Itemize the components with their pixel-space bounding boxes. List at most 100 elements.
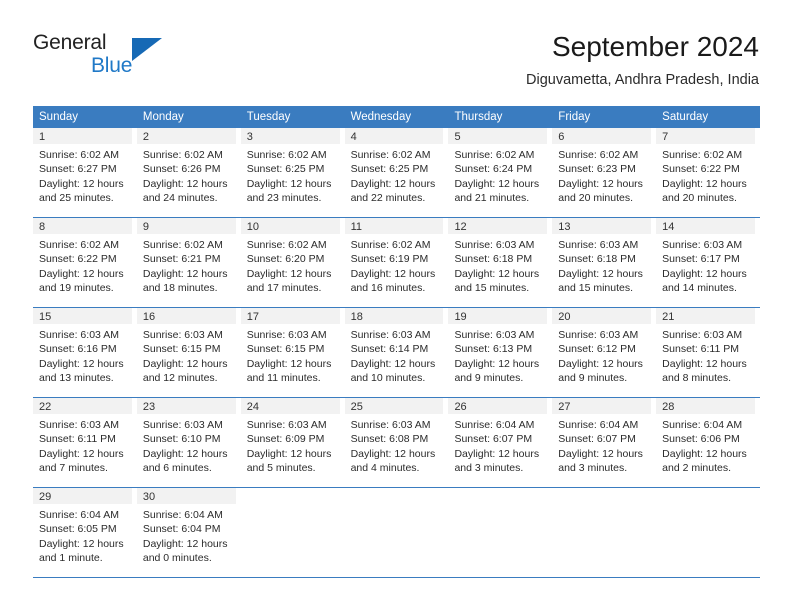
day-cell[interactable]: 8 Sunrise: 6:02 AM Sunset: 6:22 PM Dayli… [33,218,137,307]
day-details: Sunrise: 6:03 AM Sunset: 6:17 PM Dayligh… [656,234,755,296]
daylight-text-line2: and 0 minutes. [142,552,212,565]
day-number: 16 [136,308,236,324]
day-cell[interactable]: 13 Sunrise: 6:03 AM Sunset: 6:18 PM Dayl… [552,218,656,307]
daylight-text-line1: Daylight: 12 hours [350,267,436,280]
day-details: Sunrise: 6:03 AM Sunset: 6:16 PM Dayligh… [33,324,132,386]
day-cell[interactable]: 17 Sunrise: 6:03 AM Sunset: 6:15 PM Dayl… [240,308,345,397]
sunset-text: Sunset: 6:18 PM [558,253,636,266]
daylight-text-line1: Daylight: 12 hours [39,357,124,370]
day-cell[interactable]: 22 Sunrise: 6:03 AM Sunset: 6:11 PM Dayl… [33,398,137,487]
daylight-text-line1: Daylight: 12 hours [246,267,332,280]
sunset-text: Sunset: 6:22 PM [662,163,740,176]
day-cell[interactable]: 27 Sunrise: 6:04 AM Sunset: 6:07 PM Dayl… [552,398,656,487]
daylight-text-line2: and 18 minutes. [142,282,218,295]
day-cell[interactable]: 25 Sunrise: 6:03 AM Sunset: 6:08 PM Dayl… [344,398,449,487]
brand-logo[interactable]: General Blue [33,32,213,80]
daylight-text-line2: and 15 minutes. [558,282,634,295]
week-row: 8 Sunrise: 6:02 AM Sunset: 6:22 PM Dayli… [33,218,760,308]
day-number [552,488,651,504]
day-number: 14 [656,218,756,234]
day-cell-empty [656,488,760,577]
day-cell[interactable]: 9 Sunrise: 6:02 AM Sunset: 6:21 PM Dayli… [136,218,241,307]
day-number: 4 [344,128,444,144]
day-number: 6 [552,128,652,144]
daylight-text-line2: and 17 minutes. [246,282,322,295]
page-subtitle: Diguvametta, Andhra Pradesh, India [526,72,759,88]
day-number: 7 [656,128,756,144]
sunrise-text: Sunrise: 6:03 AM [454,239,535,251]
sunset-text: Sunset: 6:05 PM [39,523,117,536]
day-cell[interactable]: 14 Sunrise: 6:03 AM Sunset: 6:17 PM Dayl… [656,218,760,307]
day-cell[interactable]: 24 Sunrise: 6:03 AM Sunset: 6:09 PM Dayl… [240,398,345,487]
weekday-header-sunday: Sunday [39,111,79,123]
daylight-text-line1: Daylight: 12 hours [558,357,643,370]
daylight-text-line1: Daylight: 12 hours [662,447,747,460]
sunrise-text: Sunrise: 6:03 AM [246,419,327,431]
day-cell[interactable]: 10 Sunrise: 6:02 AM Sunset: 6:20 PM Dayl… [240,218,345,307]
day-cell[interactable]: 18 Sunrise: 6:03 AM Sunset: 6:14 PM Dayl… [344,308,449,397]
daylight-text-line2: and 13 minutes. [39,372,114,385]
sunrise-text: Sunrise: 6:02 AM [558,149,639,161]
day-number: 23 [136,398,236,414]
day-cell[interactable]: 4 Sunrise: 6:02 AM Sunset: 6:25 PM Dayli… [344,128,449,217]
day-cell[interactable]: 2 Sunrise: 6:02 AM Sunset: 6:26 PM Dayli… [136,128,241,217]
day-details: Sunrise: 6:02 AM Sunset: 6:27 PM Dayligh… [33,144,132,206]
daylight-text-line2: and 20 minutes. [558,192,634,205]
week-row: 1 Sunrise: 6:02 AM Sunset: 6:27 PM Dayli… [33,128,760,218]
sunrise-text: Sunrise: 6:03 AM [39,419,119,431]
sunset-text: Sunset: 6:09 PM [246,433,325,446]
sunset-text: Sunset: 6:24 PM [454,163,533,176]
daylight-text-line2: and 19 minutes. [39,282,114,295]
day-cell[interactable]: 1 Sunrise: 6:02 AM Sunset: 6:27 PM Dayli… [33,128,137,217]
day-details: Sunrise: 6:03 AM Sunset: 6:12 PM Dayligh… [552,324,651,386]
day-cell[interactable]: 21 Sunrise: 6:03 AM Sunset: 6:11 PM Dayl… [656,308,760,397]
day-cell[interactable]: 26 Sunrise: 6:04 AM Sunset: 6:07 PM Dayl… [448,398,552,487]
daylight-text-line1: Daylight: 12 hours [142,447,228,460]
day-cell[interactable]: 5 Sunrise: 6:02 AM Sunset: 6:24 PM Dayli… [448,128,552,217]
day-number: 18 [344,308,444,324]
daylight-text-line1: Daylight: 12 hours [558,267,643,280]
day-cell[interactable]: 12 Sunrise: 6:03 AM Sunset: 6:18 PM Dayl… [448,218,552,307]
daylight-text-line2: and 23 minutes. [246,192,322,205]
daylight-text-line1: Daylight: 12 hours [142,267,228,280]
day-details: Sunrise: 6:02 AM Sunset: 6:25 PM Dayligh… [241,144,340,206]
day-details: Sunrise: 6:03 AM Sunset: 6:18 PM Dayligh… [552,234,651,296]
daylight-text-line1: Daylight: 12 hours [454,357,540,370]
day-details: Sunrise: 6:03 AM Sunset: 6:15 PM Dayligh… [137,324,236,386]
day-details: Sunrise: 6:04 AM Sunset: 6:05 PM Dayligh… [33,504,132,566]
week-row: 22 Sunrise: 6:03 AM Sunset: 6:11 PM Dayl… [33,398,760,488]
day-cell[interactable]: 30 Sunrise: 6:04 AM Sunset: 6:04 PM Dayl… [136,488,241,577]
sunset-text: Sunset: 6:06 PM [662,433,740,446]
day-cell[interactable]: 6 Sunrise: 6:02 AM Sunset: 6:23 PM Dayli… [552,128,656,217]
day-cell[interactable]: 3 Sunrise: 6:02 AM Sunset: 6:25 PM Dayli… [240,128,345,217]
day-details: Sunrise: 6:04 AM Sunset: 6:04 PM Dayligh… [137,504,236,566]
day-cell[interactable]: 19 Sunrise: 6:03 AM Sunset: 6:13 PM Dayl… [448,308,552,397]
day-details: Sunrise: 6:02 AM Sunset: 6:19 PM Dayligh… [345,234,444,296]
day-details: Sunrise: 6:02 AM Sunset: 6:22 PM Dayligh… [33,234,132,296]
day-cell[interactable]: 15 Sunrise: 6:03 AM Sunset: 6:16 PM Dayl… [33,308,137,397]
day-cell[interactable]: 28 Sunrise: 6:04 AM Sunset: 6:06 PM Dayl… [656,398,760,487]
sunset-text: Sunset: 6:15 PM [246,343,325,356]
day-cell[interactable]: 20 Sunrise: 6:03 AM Sunset: 6:12 PM Dayl… [552,308,656,397]
day-details: Sunrise: 6:03 AM Sunset: 6:15 PM Dayligh… [241,324,340,386]
sunrise-text: Sunrise: 6:04 AM [39,509,119,521]
sunrise-text: Sunrise: 6:03 AM [662,239,743,251]
day-number: 27 [552,398,652,414]
day-cell[interactable]: 11 Sunrise: 6:02 AM Sunset: 6:19 PM Dayl… [344,218,449,307]
daylight-text-line2: and 10 minutes. [350,372,426,385]
daylight-text-line2: and 3 minutes. [558,462,628,475]
sunrise-text: Sunrise: 6:03 AM [246,329,327,341]
day-cell[interactable]: 16 Sunrise: 6:03 AM Sunset: 6:15 PM Dayl… [136,308,241,397]
weekday-header-wednesday: Wednesday [350,111,412,123]
day-details: Sunrise: 6:03 AM Sunset: 6:14 PM Dayligh… [345,324,444,386]
sunrise-text: Sunrise: 6:02 AM [454,149,535,161]
day-number: 29 [33,488,132,504]
day-details: Sunrise: 6:03 AM Sunset: 6:10 PM Dayligh… [137,414,236,476]
sunrise-text: Sunrise: 6:03 AM [350,419,431,431]
day-number: 26 [448,398,548,414]
day-details: Sunrise: 6:02 AM Sunset: 6:22 PM Dayligh… [656,144,755,206]
daylight-text-line2: and 14 minutes. [662,282,737,295]
day-cell[interactable]: 23 Sunrise: 6:03 AM Sunset: 6:10 PM Dayl… [136,398,241,487]
day-cell[interactable]: 29 Sunrise: 6:04 AM Sunset: 6:05 PM Dayl… [33,488,137,577]
day-cell[interactable]: 7 Sunrise: 6:02 AM Sunset: 6:22 PM Dayli… [656,128,760,217]
